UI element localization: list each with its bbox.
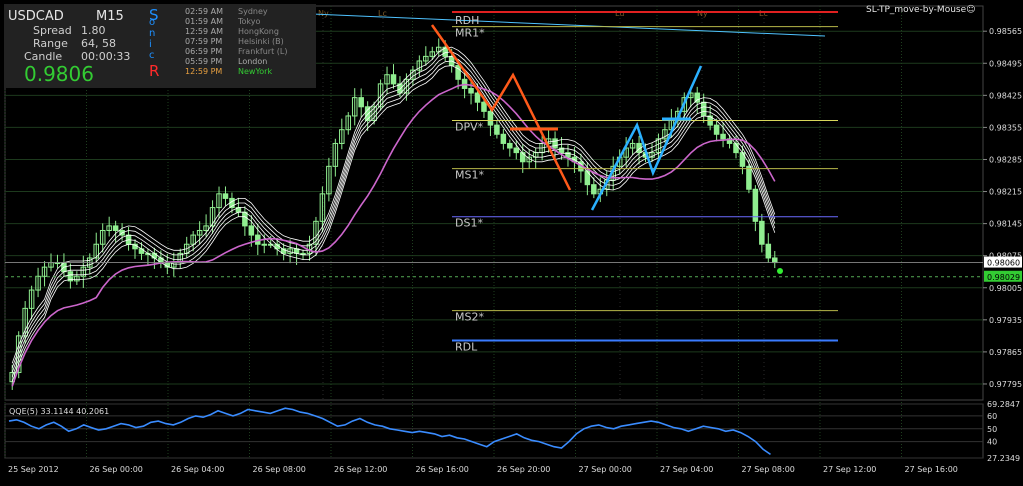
- sonic-letter: c: [149, 50, 155, 61]
- spread-value: 1.80: [81, 24, 106, 37]
- pivot-level-label: RDH: [455, 14, 479, 27]
- entry-dot: [777, 268, 783, 274]
- price-tag-ask-text: 0.98029: [987, 273, 1020, 282]
- sonic-r: R: [149, 62, 160, 80]
- x-tick-label: 26 Sep 20:00: [497, 465, 550, 474]
- candle-body: [720, 133, 726, 140]
- pivot-level-label: MS2*: [455, 311, 484, 324]
- x-tick-label: 27 Sep 16:00: [905, 465, 958, 474]
- candle-body: [248, 225, 255, 236]
- y-tick-label: 0.97865: [989, 348, 1022, 357]
- city-name: Helsinki (B): [238, 37, 284, 46]
- pivot-level-label: MS1*: [455, 169, 484, 182]
- candle-body: [112, 225, 119, 231]
- candle-body: [487, 110, 494, 126]
- y-tick-label: 0.98355: [989, 123, 1022, 132]
- qqe-tick-label: 60: [987, 412, 997, 421]
- candle-body: [772, 257, 778, 264]
- y-tick-label: 0.97795: [989, 380, 1022, 389]
- x-tick-label: 27 Sep 12:00: [823, 465, 876, 474]
- range-label: Range: [33, 37, 68, 50]
- sonic-letter: n: [149, 28, 156, 39]
- x-tick-label: 26 Sep 00:00: [90, 465, 143, 474]
- candle-body: [552, 138, 558, 149]
- candle-body: [507, 142, 513, 149]
- pivot-level-label: MR1*: [455, 27, 485, 40]
- candle-body: [765, 243, 772, 259]
- session-marker: Ny: [318, 9, 329, 18]
- sl-tp-mouse-label: SL-TP_move-by-Mouse☺: [866, 5, 976, 15]
- y-tick-label: 0.98495: [989, 59, 1022, 68]
- city-time: 12:59 PM: [185, 67, 223, 76]
- candle-body: [358, 97, 364, 108]
- pivot-level-label: RDL: [455, 340, 478, 353]
- pivot-level-label: DPV*: [455, 121, 484, 134]
- city-name: Frankfurt (L): [238, 47, 288, 56]
- sonic-letter: i: [149, 39, 152, 50]
- qqe-label: QQE(5) 33.1144 40.2061: [9, 407, 109, 416]
- candle-body: [474, 92, 481, 103]
- pivot-level-label: DS1*: [455, 217, 483, 230]
- qqe-tick-label: 40: [987, 438, 997, 447]
- y-tick-label: 0.98005: [989, 284, 1022, 293]
- info-panel: USDCAD M15 Spread 1.80 Range 64, 58 Cand…: [4, 4, 316, 88]
- city-name: NewYork: [238, 67, 273, 76]
- x-tick-label: 27 Sep 04:00: [660, 465, 713, 474]
- candle-body: [759, 220, 765, 245]
- timeframe-label: M15: [96, 9, 124, 24]
- city-time: 07:59 PM: [185, 37, 223, 46]
- qqe-tick-label: 27.2349: [987, 454, 1020, 463]
- city-name: Tokyo: [238, 17, 261, 26]
- range-value: 64, 58: [81, 37, 116, 50]
- city-time: 06:59 PM: [185, 47, 223, 56]
- y-tick-label: 0.97935: [989, 316, 1022, 325]
- city-name: London: [238, 57, 268, 66]
- sonic-letter: o: [149, 17, 156, 28]
- x-tick-label: 26 Sep 04:00: [171, 465, 224, 474]
- candle-body: [591, 184, 597, 195]
- candle-body: [513, 147, 520, 154]
- candle-body: [222, 193, 229, 199]
- candle-body: [261, 243, 268, 246]
- x-tick-label: 26 Sep 12:00: [334, 465, 387, 474]
- city-name: Sydney: [238, 7, 268, 16]
- x-tick-label: 25 Sep 2012: [8, 465, 59, 474]
- session-marker: Ny: [697, 9, 708, 18]
- y-tick-label: 0.98215: [989, 188, 1022, 197]
- symbol-label: USDCAD: [8, 9, 64, 24]
- x-tick-label: 27 Sep 00:00: [579, 465, 632, 474]
- candle-body: [494, 124, 500, 135]
- city-time: 01:59 AM: [185, 17, 223, 26]
- session-marker: Lc: [759, 9, 768, 18]
- qqe-tick-label: 50: [987, 425, 997, 434]
- candle-body: [700, 101, 707, 117]
- qqe-tick-label: 69.2847: [987, 400, 1020, 409]
- current-price: 0.9806: [24, 62, 94, 86]
- city-time: 05:59 PM: [185, 57, 223, 66]
- x-tick-label: 27 Sep 08:00: [742, 465, 795, 474]
- y-tick-label: 0.98565: [989, 27, 1022, 36]
- candle-body: [713, 124, 720, 135]
- x-tick-label: 26 Sep 16:00: [416, 465, 469, 474]
- candle-body: [242, 211, 248, 227]
- candle-body: [746, 165, 752, 190]
- session-marker: Lu: [615, 9, 624, 18]
- candle-body: [468, 87, 474, 94]
- candle-body: [500, 133, 507, 144]
- city-time: 02:59 AM: [185, 7, 223, 16]
- city-time: 12:59 AM: [185, 27, 223, 36]
- city-name: HongKong: [238, 27, 279, 36]
- candle-body: [390, 74, 397, 85]
- y-tick-label: 0.98425: [989, 91, 1022, 100]
- candle-body: [481, 101, 487, 112]
- y-tick-label: 0.98285: [989, 155, 1022, 164]
- spread-label: Spread: [33, 24, 72, 37]
- x-tick-label: 26 Sep 08:00: [253, 465, 306, 474]
- y-tick-label: 0.98145: [989, 220, 1022, 229]
- price-tag-bid-text: 0.98060: [987, 259, 1020, 268]
- candle-body: [519, 152, 526, 163]
